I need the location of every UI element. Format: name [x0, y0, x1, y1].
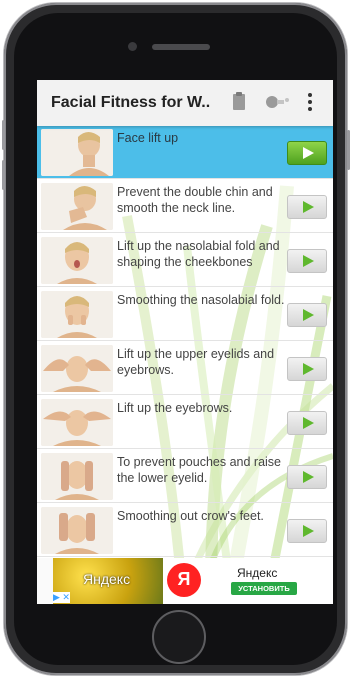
exercise-thumbnail	[41, 453, 113, 500]
exercise-row[interactable]: Prevent the double chin and smooth the n…	[37, 180, 333, 233]
app-bar: Facial Fitness for W...	[37, 80, 333, 126]
exercise-row[interactable]: Face lift up	[37, 126, 333, 179]
exercise-thumbnail	[41, 129, 113, 176]
ad-brand-text: Яндекс	[83, 571, 131, 587]
exercise-title: Lift up the upper eyelids and eyebrows.	[117, 347, 275, 377]
play-button[interactable]	[287, 141, 327, 165]
exercise-row[interactable]: Lift up the upper eyelids and eyebrows.	[37, 342, 333, 395]
play-button[interactable]	[287, 411, 327, 435]
ad-install-button[interactable]: УСТАНОВИТЬ	[231, 582, 297, 595]
volume-button	[2, 160, 5, 190]
exercise-row[interactable]: To prevent pouches and raise the lower e…	[37, 450, 333, 503]
play-icon	[303, 147, 314, 159]
play-button[interactable]	[287, 465, 327, 489]
exercise-title: Lift up the eyebrows.	[117, 401, 233, 415]
play-button[interactable]	[287, 249, 327, 273]
exercise-title: To prevent pouches and raise the lower e…	[117, 455, 281, 485]
play-button[interactable]	[287, 303, 327, 327]
exercise-title: Lift up the nasolabial fold and shaping …	[117, 239, 280, 269]
ad-logo-letter: Я	[177, 569, 191, 589]
play-icon	[303, 201, 314, 213]
exercise-title: Face lift up	[117, 131, 179, 145]
exercise-row[interactable]: Smoothing the nasolabial fold.	[37, 288, 333, 341]
exercise-row[interactable]: Lift up the eyebrows.	[37, 396, 333, 449]
play-icon	[303, 525, 314, 537]
play-icon	[303, 309, 314, 321]
toggle-icon[interactable]	[265, 95, 291, 109]
exercise-thumbnail	[41, 507, 113, 554]
play-icon	[303, 471, 314, 483]
play-button[interactable]	[287, 357, 327, 381]
exercise-thumbnail	[41, 237, 113, 284]
play-icon	[303, 255, 314, 267]
exercise-thumbnail	[41, 345, 113, 392]
exercise-thumbnail	[41, 291, 113, 338]
volume-button	[2, 120, 5, 150]
home-button[interactable]	[152, 610, 206, 664]
more-vert-icon[interactable]	[307, 91, 313, 113]
exercise-title: Smoothing out crow's feet.	[117, 509, 264, 523]
power-button	[347, 130, 350, 170]
exercise-title: Smoothing the nasolabial fold.	[117, 293, 285, 307]
ad-app-name: Яндекс	[237, 566, 278, 580]
app-title: Facial Fitness for W...	[51, 94, 211, 111]
play-icon	[303, 363, 314, 375]
exercise-list: Face lift up Prevent the double chin and…	[37, 126, 333, 558]
exercise-thumbnail	[41, 399, 113, 446]
exercise-title: Prevent the double chin and smooth the n…	[117, 185, 273, 215]
exercise-row[interactable]: Smoothing out crow's feet.	[37, 504, 333, 557]
clipboard-icon[interactable]	[232, 91, 246, 111]
play-button[interactable]	[287, 519, 327, 543]
exercise-row[interactable]: Lift up the nasolabial fold and shaping …	[37, 234, 333, 287]
front-camera	[128, 42, 137, 51]
earpiece-speaker	[152, 44, 210, 50]
yandex-logo-icon: Я	[167, 563, 201, 597]
play-button[interactable]	[287, 195, 327, 219]
app-screen: Facial Fitness for W... Face lift up Pre…	[37, 80, 333, 604]
play-icon	[303, 417, 314, 429]
ad-banner[interactable]: Яндекс Я Яндекс УСТАНОВИТЬ ▶ ✕	[53, 558, 333, 604]
ad-info-icon[interactable]: ▶ ✕	[53, 592, 70, 603]
exercise-thumbnail	[41, 183, 113, 230]
